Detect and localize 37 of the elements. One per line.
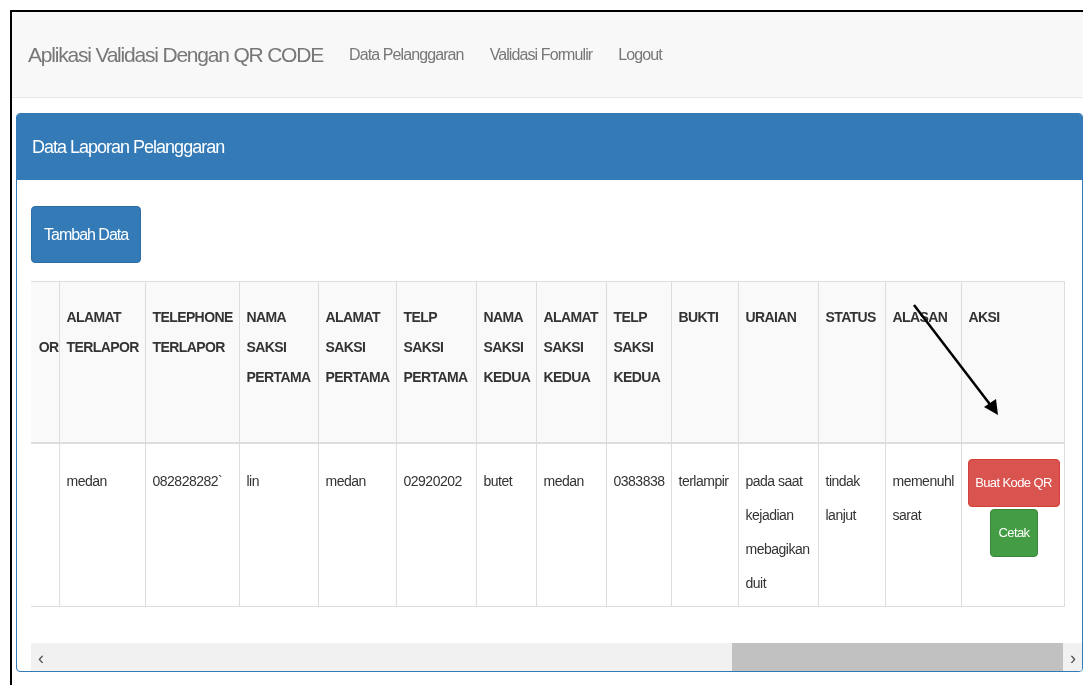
table-cell: pada saat kejadian mebagikan duit xyxy=(738,443,818,607)
column-header: ALAMAT SAKSI KEDUA xyxy=(536,281,606,443)
qr-code-button[interactable]: Buat Kode QR xyxy=(967,459,1060,507)
column-header: URAIAN xyxy=(738,281,818,443)
nav-link[interactable]: Validasi Formulir xyxy=(489,45,593,64)
table-cell: tindak lanjut xyxy=(818,443,885,607)
table-cell: memenuhl sarat xyxy=(885,443,961,607)
column-header: TELP SAKSI KEDUA xyxy=(606,281,671,443)
table-cell: lin xyxy=(239,443,318,607)
add-data-button[interactable]: Tambah Data xyxy=(31,206,142,263)
column-header: ALAMAT SAKSI PERTAMA xyxy=(318,281,396,443)
table-cell: terlampir xyxy=(671,443,738,607)
column-header: BUKTI xyxy=(671,281,738,443)
panel-title: Data Laporan Pelanggaran xyxy=(32,136,225,158)
horizontal-scrollbar[interactable]: ‹ › xyxy=(31,643,1082,671)
table-cell: 0383838 xyxy=(606,443,671,607)
table-cell: 082828282` xyxy=(145,443,239,607)
table-cell: medan xyxy=(536,443,606,607)
column-header: OR xyxy=(31,281,59,443)
column-header: STATUS xyxy=(818,281,885,443)
table-cell: medan xyxy=(59,443,145,607)
print-button[interactable]: Cetak xyxy=(989,509,1038,557)
table-cell: butet xyxy=(476,443,536,607)
scroll-left-arrow[interactable]: ‹ xyxy=(31,648,51,669)
nav-link[interactable]: Data Pelanggaran xyxy=(349,45,464,64)
nav-link[interactable]: Logout xyxy=(618,45,662,64)
column-header: AKSI xyxy=(961,281,1064,443)
column-header: ALAMAT TERLAPOR xyxy=(59,281,145,443)
scroll-right-arrow[interactable]: › xyxy=(1063,648,1082,669)
table-cell: medan xyxy=(318,443,396,607)
column-header: NAMA SAKSI PERTAMA xyxy=(239,281,318,443)
brand-link[interactable]: Aplikasi Validasi Dengan QR CODE xyxy=(28,42,324,67)
column-header: NAMA SAKSI KEDUA xyxy=(476,281,536,443)
table-cell: 02920202 xyxy=(396,443,476,607)
scrollbar-thumb[interactable] xyxy=(732,643,1063,671)
column-header: TELP SAKSI PERTAMA xyxy=(396,281,476,443)
column-header: TELEPHONE TERLAPOR xyxy=(145,281,239,443)
